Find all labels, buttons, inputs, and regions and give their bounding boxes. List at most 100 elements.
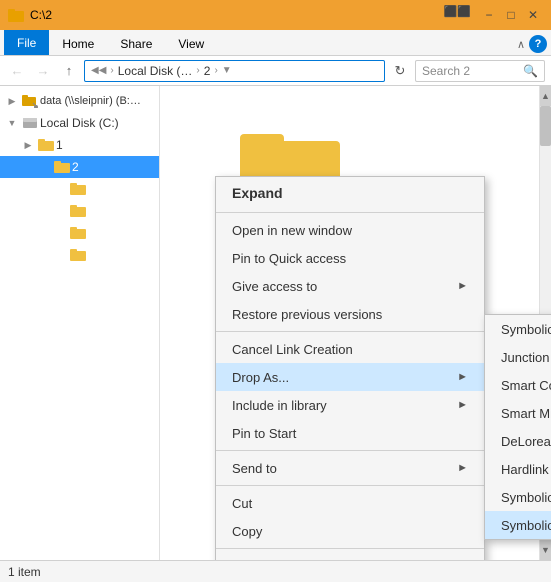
sidebar-item-subfolder-d[interactable] bbox=[0, 244, 159, 266]
ctx-open-new-window[interactable]: Open in new window bbox=[216, 216, 484, 244]
ctx-sep-4 bbox=[216, 485, 484, 486]
submenu-delorean-copy[interactable]: DeLorean Copy bbox=[485, 427, 551, 455]
sidebar-item-subfolder-a[interactable] bbox=[0, 178, 159, 200]
ctx-delete[interactable]: Delete bbox=[216, 552, 484, 560]
ctx-delete-label: Delete bbox=[232, 559, 270, 561]
subfolder-a-icon bbox=[70, 182, 86, 196]
sidebar-item-folder-2[interactable]: 2 bbox=[0, 156, 159, 178]
tab-home[interactable]: Home bbox=[49, 32, 107, 55]
submenu-symbolic-link-clone[interactable]: Symbolic Link Clone bbox=[485, 483, 551, 511]
ctx-send-to-label: Send to bbox=[232, 461, 277, 476]
refresh-button[interactable]: ↻ bbox=[389, 60, 411, 82]
ribbon-controls: ∧ ? bbox=[517, 35, 547, 55]
ctx-open-new-window-label: Open in new window bbox=[232, 223, 352, 238]
path-back-arrows: ◀◀ bbox=[91, 65, 106, 76]
sidebar-network-label: data (\\sleipnir) (B:… bbox=[40, 95, 141, 107]
up-button[interactable]: ↑ bbox=[58, 60, 80, 82]
ctx-cancel-link-label: Cancel Link Creation bbox=[232, 342, 353, 357]
expand-icon: ▶ bbox=[4, 96, 20, 107]
subfolder-b-icon bbox=[70, 204, 86, 218]
tab-view[interactable]: View bbox=[165, 32, 217, 55]
sidebar-item-folder-1[interactable]: ▶ 1 bbox=[0, 134, 159, 156]
submenu-smart-mirror-label: Smart Mirror bbox=[501, 406, 551, 421]
ctx-include-library-label: Include in library bbox=[232, 398, 327, 413]
ctx-send-to[interactable]: Send to ► bbox=[216, 454, 484, 482]
sidebar-item-subfolder-c[interactable] bbox=[0, 222, 159, 244]
ctx-pin-to-start[interactable]: Pin to Start bbox=[216, 419, 484, 447]
sidebar-folder-1-label: 1 bbox=[56, 138, 63, 152]
ctx-cancel-link[interactable]: Cancel Link Creation bbox=[216, 335, 484, 363]
maximize-button[interactable]: □ bbox=[501, 5, 521, 25]
sidebar-item-local-disk[interactable]: ▼ Local Disk (C:) bbox=[0, 112, 159, 134]
submenu-smart-copy[interactable]: Smart Copy bbox=[485, 371, 551, 399]
sidebar-local-disk-label: Local Disk (C:) bbox=[40, 116, 119, 130]
local-disk-icon bbox=[22, 116, 38, 130]
send-to-arrow-icon: ► bbox=[457, 462, 468, 474]
scroll-down-button[interactable]: ▼ bbox=[540, 540, 551, 560]
subfolder-c-icon bbox=[70, 226, 86, 240]
ctx-sep-3 bbox=[216, 450, 484, 451]
submenu-drop-as: Symbolic Link Junction Smart Copy Smart … bbox=[484, 314, 551, 540]
sidebar: ▶ data (\\sleipnir) (B:… ▼ Local Disk bbox=[0, 86, 160, 560]
ctx-pin-quick-access-label: Pin to Quick access bbox=[232, 251, 346, 266]
minimize-button[interactable]: − bbox=[479, 5, 499, 25]
submenu-hardlink-clone-label: Hardlink Clone bbox=[501, 462, 551, 477]
submenu-junction[interactable]: Junction bbox=[485, 343, 551, 371]
ctx-copy[interactable]: Copy bbox=[216, 517, 484, 545]
ctx-restore-previous-label: Restore previous versions bbox=[232, 307, 382, 322]
submenu-symbolic-link-copy[interactable]: Symbolic Link Copy bbox=[485, 511, 551, 539]
submenu-smart-mirror[interactable]: Smart Mirror bbox=[485, 399, 551, 427]
include-library-arrow-icon: ► bbox=[457, 399, 468, 411]
ctx-restore-previous[interactable]: Restore previous versions bbox=[216, 300, 484, 328]
path-sep3: › bbox=[214, 65, 217, 76]
submenu-delorean-copy-label: DeLorean Copy bbox=[501, 434, 551, 449]
ctx-drop-as[interactable]: Drop As... ► bbox=[216, 363, 484, 391]
ctx-cut[interactable]: Cut bbox=[216, 489, 484, 517]
ctx-expand[interactable]: Expand bbox=[216, 177, 484, 209]
drop-as-arrow-icon: ► bbox=[457, 371, 468, 383]
submenu-smart-copy-label: Smart Copy bbox=[501, 378, 551, 393]
ctx-sep-1 bbox=[216, 212, 484, 213]
expand-icon-2: ▼ bbox=[4, 118, 20, 128]
ctx-pin-quick-access[interactable]: Pin to Quick access bbox=[216, 244, 484, 272]
window-title: C:\2 bbox=[30, 8, 52, 22]
folder-1-icon bbox=[38, 138, 54, 152]
tab-share[interactable]: Share bbox=[107, 32, 165, 55]
title-bar-buttons: ⬛⬛ − □ ✕ bbox=[444, 5, 543, 25]
title-bar: C:\2 ⬛⬛ − □ ✕ bbox=[0, 0, 551, 30]
submenu-hardlink-clone[interactable]: Hardlink Clone bbox=[485, 455, 551, 483]
path-sep1: › bbox=[110, 65, 113, 76]
ctx-pin-to-start-label: Pin to Start bbox=[232, 426, 296, 441]
search-placeholder: Search 2 bbox=[422, 64, 470, 78]
path-dropdown-arrow[interactable]: ▼ bbox=[222, 65, 232, 76]
search-box[interactable]: Search 2 🔍 bbox=[415, 60, 545, 82]
scroll-up-button[interactable]: ▲ bbox=[540, 86, 551, 106]
address-path[interactable]: ◀◀ › Local Disk (… › 2 › ▼ bbox=[84, 60, 385, 82]
help-button[interactable]: ? bbox=[529, 35, 547, 53]
content-area: ▲ ▼ Expand Open in new window Pin to Qui… bbox=[160, 86, 551, 560]
ctx-drop-as-label: Drop As... bbox=[232, 370, 289, 385]
ctx-include-library[interactable]: Include in library ► bbox=[216, 391, 484, 419]
submenu-symbolic-link[interactable]: Symbolic Link bbox=[485, 315, 551, 343]
close-button[interactable]: ✕ bbox=[523, 5, 543, 25]
main-area: ▶ data (\\sleipnir) (B:… ▼ Local Disk bbox=[0, 86, 551, 560]
submenu-symbolic-link-label: Symbolic Link bbox=[501, 322, 551, 337]
submenu-junction-label: Junction bbox=[501, 350, 549, 365]
address-bar: ← → ↑ ◀◀ › Local Disk (… › 2 › ▼ ↻ Searc… bbox=[0, 56, 551, 86]
subfolder-d-icon bbox=[70, 248, 86, 262]
path-local-disk: Local Disk (… bbox=[118, 64, 193, 78]
sidebar-item-subfolder-b[interactable] bbox=[0, 200, 159, 222]
ctx-cut-label: Cut bbox=[232, 496, 252, 511]
back-button[interactable]: ← bbox=[6, 60, 28, 82]
ctx-give-access-label: Give access to bbox=[232, 279, 317, 294]
sidebar-item-network-drive[interactable]: ▶ data (\\sleipnir) (B:… bbox=[0, 90, 159, 112]
scroll-thumb[interactable] bbox=[540, 106, 551, 146]
tab-file[interactable]: File bbox=[4, 30, 49, 55]
forward-button[interactable]: → bbox=[32, 60, 54, 82]
expand-icon-3: ▶ bbox=[20, 140, 36, 151]
ribbon-chevron-icon[interactable]: ∧ bbox=[517, 38, 525, 51]
submenu-symbolic-link-clone-label: Symbolic Link Clone bbox=[501, 490, 551, 505]
ctx-give-access[interactable]: Give access to ► bbox=[216, 272, 484, 300]
status-bar: 1 item bbox=[0, 560, 551, 582]
search-icon: 🔍 bbox=[523, 64, 538, 78]
